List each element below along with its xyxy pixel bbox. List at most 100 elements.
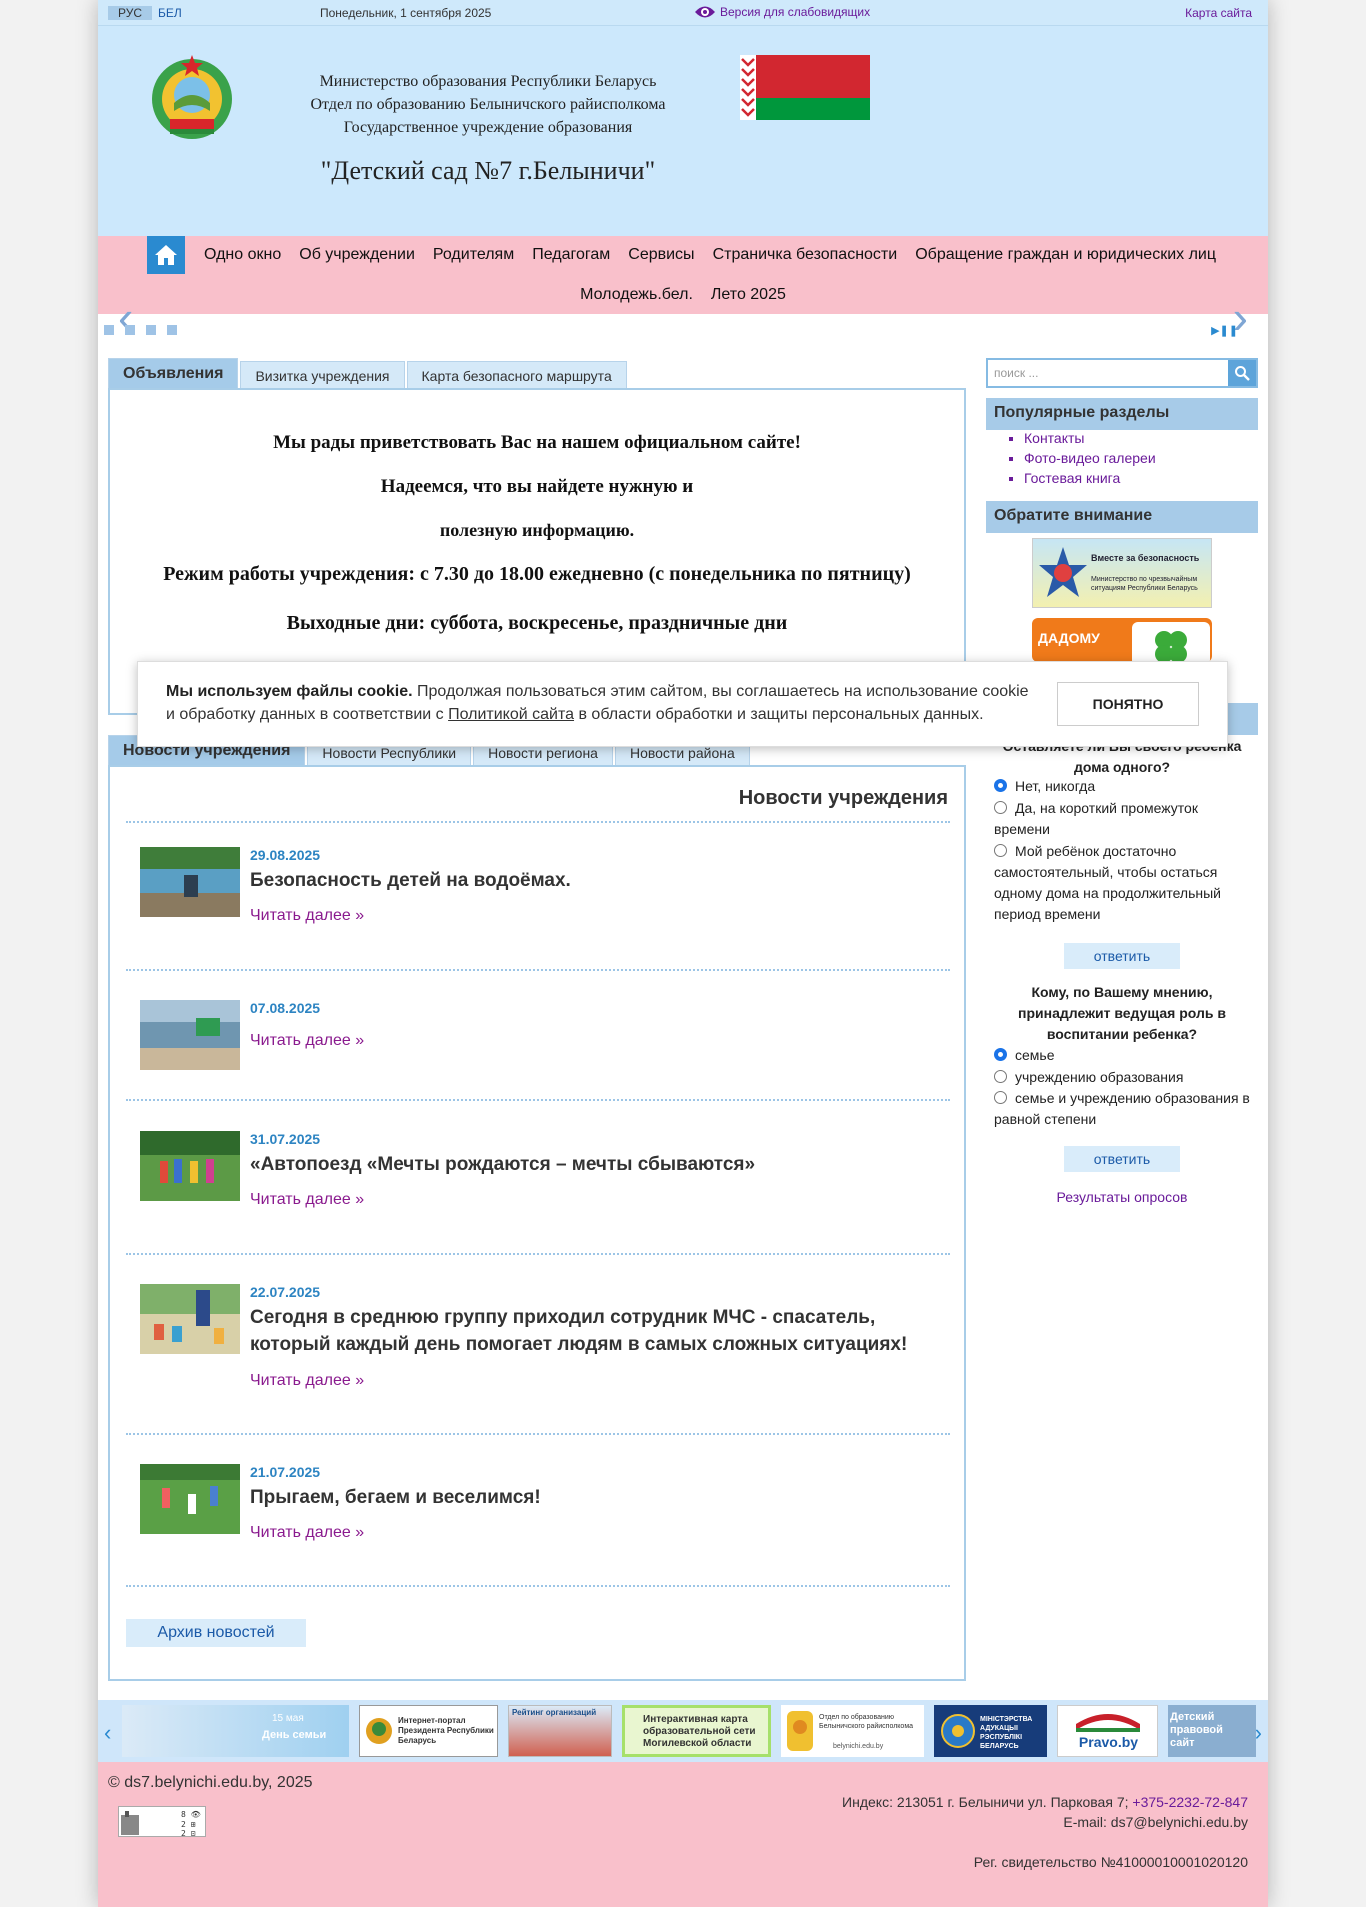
link-guestbook-label[interactable]: Гостевая книга [1024, 470, 1120, 486]
nav-item[interactable]: Обращение граждан и юридических лиц [906, 236, 1225, 274]
poll-option[interactable]: Да, на короткий промежуток времени [994, 798, 1250, 840]
nav-item[interactable]: Родителям [424, 236, 523, 274]
poll-vote-button[interactable]: ответить [1064, 1146, 1180, 1172]
tab[interactable]: Визитка учреждения [240, 361, 405, 389]
slider-play-pause-icon[interactable]: ▶❚❚ [1211, 324, 1238, 337]
radio[interactable] [994, 844, 1007, 857]
news-title[interactable]: «Автопоезд «Мечты рождаются – мечты сбыв… [250, 1151, 950, 1178]
poll-vote-button[interactable]: ответить [1064, 943, 1180, 969]
slider-dot[interactable] [167, 325, 177, 335]
nav-item[interactable]: Педагогам [523, 236, 619, 274]
welcome-line-3: полезную информацию. [439, 520, 635, 540]
partner-pravo[interactable]: Pravo.by [1057, 1705, 1158, 1757]
poll-option[interactable]: Мой ребёнок достаточно самостоятельный, … [994, 841, 1250, 925]
lang-ru[interactable]: РУС [108, 6, 153, 20]
news-title[interactable]: Безопасность детей на водоёмах. [250, 867, 950, 894]
address: Индекс: 213051 г. Белыничи ул. Парковая … [842, 1794, 1129, 1810]
search-input[interactable]: поиск ... [994, 366, 1038, 380]
attention-heading: Обратите внимание [986, 501, 1258, 533]
partner-interactive-map[interactable]: Интерактивная карта образовательной сети… [622, 1705, 771, 1757]
news-separator [126, 1433, 950, 1435]
dadomu-banner[interactable]: ДАДОМУ [1032, 618, 1212, 662]
poll-option[interactable]: учреждению образования [994, 1067, 1250, 1088]
nav-item[interactable]: Одно окно [195, 236, 290, 274]
ministry-emblem-icon [941, 1714, 975, 1748]
nav-item[interactable]: Об учреждении [290, 236, 424, 274]
nav-item[interactable]: Молодежь.бел. [571, 276, 702, 314]
slider-dot[interactable] [104, 325, 114, 335]
current-date: Понедельник, 1 сентября 2025 [320, 6, 492, 20]
tab[interactable]: Объявления [108, 358, 239, 389]
poll-results-link[interactable]: Результаты опросов [986, 1189, 1258, 1205]
nav-item[interactable]: Лето 2025 [702, 276, 795, 314]
news-thumbnail[interactable] [140, 1000, 240, 1070]
radio[interactable] [994, 1070, 1007, 1083]
top-bar: РУС БЕЛ Понедельник, 1 сентября 2025 Вер… [98, 0, 1268, 26]
read-more-link[interactable]: Читать далее » [250, 1524, 364, 1542]
cookie-accept-button[interactable]: ПОНЯТНО [1057, 682, 1199, 726]
sitemap-link[interactable]: Карта сайта [1185, 6, 1252, 20]
mchs-emblem-icon [1039, 547, 1087, 597]
privacy-policy-link[interactable]: Политикой сайта [448, 706, 574, 723]
partner-kids-legal-site[interactable]: Детский правовой сайт [1168, 1705, 1256, 1757]
mchs-banner[interactable]: Вместе за безопасность Министерство по ч… [1032, 538, 1212, 608]
site-header: Министерство образования Республики Бела… [98, 26, 1268, 236]
news-thumbnail[interactable] [140, 847, 240, 917]
read-more-link[interactable]: Читать далее » [250, 1032, 364, 1050]
low-vision-link[interactable]: Версия для слабовидящих [694, 4, 870, 20]
link-guestbook[interactable]: Гостевая книга [1024, 468, 1156, 488]
slider-dot[interactable] [146, 325, 156, 335]
search-button[interactable] [1228, 360, 1256, 386]
radio-selected[interactable] [994, 779, 1007, 792]
link-gallery[interactable]: Фото-видео галереи [1024, 448, 1156, 468]
news-thumbnail[interactable] [140, 1464, 240, 1534]
news-date: 22.07.2025 [250, 1284, 321, 1300]
radio[interactable] [994, 1091, 1007, 1104]
link-contacts[interactable]: Контакты [1024, 428, 1156, 448]
president-portal-label: Интернет-портал Президента Республики Бе… [398, 1716, 494, 1745]
slider-dot[interactable] [125, 325, 135, 335]
image-slider-controls: ‹ › ▶❚❚ [98, 291, 1268, 344]
news-date: 31.07.2025 [250, 1131, 321, 1147]
home-button[interactable] [147, 236, 185, 274]
read-more-link[interactable]: Читать далее » [250, 907, 364, 925]
institution-type: Государственное учреждение образования [343, 119, 633, 136]
news-separator [126, 1253, 950, 1255]
partners-prev-icon[interactable]: ‹ [104, 1720, 111, 1746]
news-archive-button[interactable]: Архив новостей [126, 1619, 306, 1647]
poll-option[interactable]: семье [994, 1045, 1250, 1066]
email[interactable]: E-mail: ds7@belynichi.edu.by [842, 1812, 1248, 1832]
svg-text:2 ⊞: 2 ⊞ [181, 1820, 196, 1829]
news-title[interactable]: Сегодня в среднюю группу приходил сотруд… [250, 1304, 950, 1358]
phone-link[interactable]: +375-2232-72-847 [1132, 1794, 1248, 1810]
read-more-link[interactable]: Читать далее » [250, 1191, 364, 1209]
read-more-link[interactable]: Читать далее » [250, 1372, 364, 1390]
eye-icon [695, 6, 715, 18]
partner-president-portal[interactable]: Интернет-портал Президента Республики Бе… [359, 1705, 498, 1757]
mchs-banner-subtitle: Министерство по чрезвычайным ситуациям Р… [1091, 576, 1198, 592]
partner-rating[interactable]: Рейтинг организаций [508, 1705, 612, 1757]
radio[interactable] [994, 801, 1007, 814]
nav-item[interactable]: Страничка безопасности [704, 236, 907, 274]
partner-education-department[interactable]: Отдел по образованию Белыничского райисп… [781, 1705, 924, 1757]
poll-option-label: Мой ребёнок достаточно самостоятельный, … [994, 843, 1222, 922]
registration-certificate: Рег. свидетельство №41000010001020120 [973, 1854, 1248, 1870]
tab[interactable]: Карта безопасного маршрута [406, 361, 627, 389]
lang-be[interactable]: БЕЛ [156, 6, 184, 20]
contact-info: Индекс: 213051 г. Белыничи ул. Парковая … [842, 1792, 1248, 1832]
nav-item[interactable]: Сервисы [619, 236, 703, 274]
radio-selected[interactable] [994, 1048, 1007, 1061]
news-thumbnail[interactable] [140, 1131, 240, 1201]
poll-option-label: учреждению образования [1015, 1069, 1184, 1085]
slider-prev-icon[interactable]: ‹ [118, 290, 133, 344]
link-contacts-label[interactable]: Контакты [1024, 430, 1084, 446]
link-gallery-label[interactable]: Фото-видео галереи [1024, 450, 1156, 466]
poll-option[interactable]: семье и учреждению образования в равной … [994, 1088, 1250, 1130]
news-title[interactable]: Прыгаем, бегаем и веселимся! [250, 1484, 950, 1511]
partner-family-day[interactable]: 15 мая День семьи [122, 1705, 349, 1757]
visitor-counter[interactable]: 8 👁 2 ⊞ 2 ⊡ [118, 1806, 206, 1838]
partner-ministry[interactable]: МІНІСТЭРСТВА АДУКАЦЫІ РЭСПУБЛІКІ БЕЛАРУС… [934, 1705, 1047, 1757]
department-logo-icon [787, 1711, 813, 1751]
news-thumbnail[interactable] [140, 1284, 240, 1354]
poll-option[interactable]: Нет, никогда [994, 776, 1250, 797]
